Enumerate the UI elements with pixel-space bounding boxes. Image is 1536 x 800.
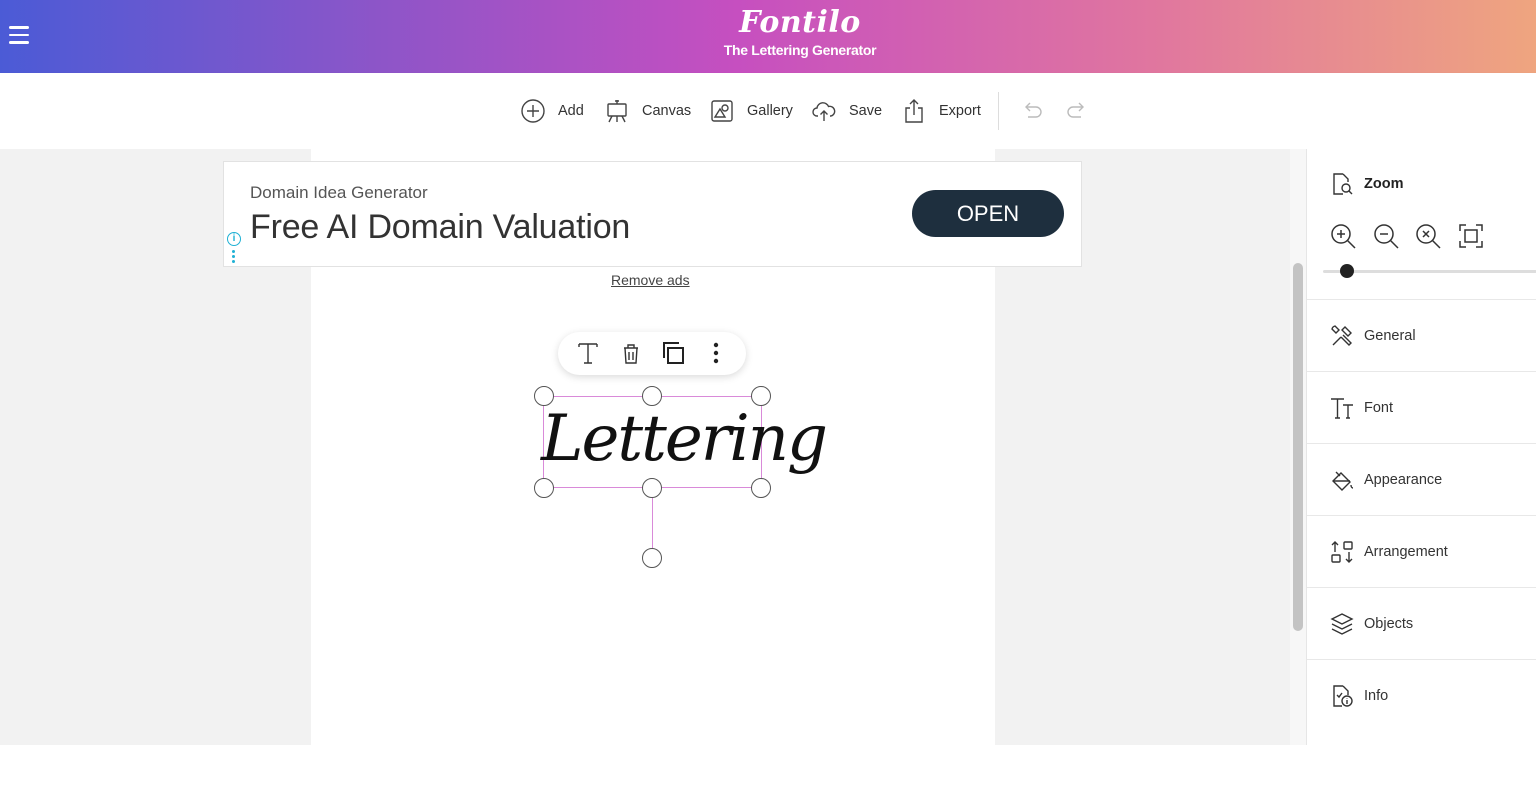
resize-handle-top-right[interactable]: [751, 386, 771, 406]
zoom-slider[interactable]: [1323, 264, 1536, 278]
trash-icon[interactable]: [618, 340, 644, 366]
resize-handle-bottom-left[interactable]: [534, 478, 554, 498]
panel-section-general[interactable]: General: [1307, 299, 1536, 371]
redo-icon: [1067, 102, 1084, 118]
gallery-button[interactable]: Gallery: [709, 97, 793, 125]
export-button[interactable]: Export: [901, 97, 981, 125]
duplicate-icon[interactable]: [660, 340, 686, 366]
redo-button[interactable]: [1064, 97, 1090, 125]
general-label: General: [1364, 327, 1416, 344]
bottom-strip: [0, 745, 1536, 800]
element-toolbar: [558, 332, 746, 375]
paint-bucket-icon: [1332, 471, 1354, 491]
rotate-connector: [652, 498, 653, 549]
fit-screen-icon[interactable]: [1457, 222, 1485, 250]
main-toolbar: Add Canvas Gallery Save Export: [0, 73, 1536, 149]
scrollbar-thumb[interactable]: [1293, 263, 1303, 631]
add-button[interactable]: Add: [520, 97, 584, 125]
zoom-doc-icon: [1333, 173, 1353, 195]
plus-circle-icon: [521, 99, 545, 123]
font-icon: [1331, 397, 1353, 419]
resize-handle-bottom-right[interactable]: [751, 478, 771, 498]
workspace-scrollbar[interactable]: [1290, 149, 1306, 745]
rotate-handle[interactable]: [642, 548, 662, 568]
brand: Fontilo The Lettering Generator: [0, 4, 1536, 57]
gallery-icon: [711, 100, 733, 122]
more-vertical-icon[interactable]: [703, 340, 729, 366]
ad-options-icon[interactable]: [232, 250, 235, 265]
zoom-slider-knob[interactable]: [1340, 264, 1354, 278]
tools-icon: [1331, 324, 1352, 346]
zoom-in-icon[interactable]: [1329, 222, 1357, 250]
ad-banner[interactable]: Domain Idea Generator Free AI Domain Val…: [223, 161, 1082, 267]
zoom-label: Zoom: [1364, 176, 1404, 192]
ad-info-icon[interactable]: i: [227, 232, 241, 246]
zoom-out-icon[interactable]: [1372, 222, 1400, 250]
properties-panel: Zoom General Font Appearance Arrangement…: [1306, 149, 1536, 745]
easel-icon: [607, 100, 627, 123]
canvas-label: Canvas: [642, 103, 692, 119]
panel-section-objects[interactable]: Objects: [1307, 587, 1536, 659]
undo-icon: [1025, 102, 1042, 118]
app-header: Fontilo The Lettering Generator: [0, 0, 1536, 73]
font-label: Font: [1364, 399, 1394, 416]
share-icon: [905, 99, 923, 123]
export-label: Export: [939, 103, 981, 119]
workspace: Domain Idea Generator Free AI Domain Val…: [0, 149, 1290, 745]
app-subtitle: The Lettering Generator: [723, 42, 877, 58]
zoom-reset-icon[interactable]: [1414, 222, 1442, 250]
resize-handle-top[interactable]: [642, 386, 662, 406]
ad-open-button[interactable]: OPEN: [912, 190, 1064, 237]
gallery-label: Gallery: [747, 103, 793, 119]
canvas-button[interactable]: Canvas: [604, 97, 691, 125]
cloud-upload-icon: [812, 102, 836, 121]
remove-ads-link[interactable]: Remove ads: [611, 272, 690, 288]
panel-section-info[interactable]: Info: [1307, 659, 1536, 731]
arrangement-label: Arrangement: [1364, 543, 1448, 560]
toolbar-divider: [998, 92, 999, 130]
panel-section-font[interactable]: Font: [1307, 371, 1536, 443]
add-label: Add: [558, 103, 584, 119]
resize-handle-top-left[interactable]: [534, 386, 554, 406]
arrange-icon: [1331, 540, 1353, 563]
save-label: Save: [849, 103, 883, 119]
objects-label: Objects: [1364, 615, 1414, 632]
appearance-label: Appearance: [1364, 471, 1443, 488]
zoom-header: Zoom: [1329, 171, 1403, 197]
ad-subtitle[interactable]: Domain Idea Generator: [250, 183, 428, 203]
resize-handle-bottom[interactable]: [642, 478, 662, 498]
panel-section-arrangement[interactable]: Arrangement: [1307, 515, 1536, 587]
panel-section-appearance[interactable]: Appearance: [1307, 443, 1536, 515]
undo-button[interactable]: [1019, 97, 1045, 125]
layers-icon: [1330, 612, 1354, 635]
info-label: Info: [1364, 687, 1389, 704]
zoom-slider-track: [1323, 270, 1536, 273]
ad-title[interactable]: Free AI Domain Valuation: [250, 208, 630, 247]
app-logo[interactable]: Fontilo: [0, 4, 1536, 42]
info-icon: [1333, 684, 1353, 707]
text-icon[interactable]: [575, 340, 601, 366]
save-button[interactable]: Save: [811, 97, 882, 125]
